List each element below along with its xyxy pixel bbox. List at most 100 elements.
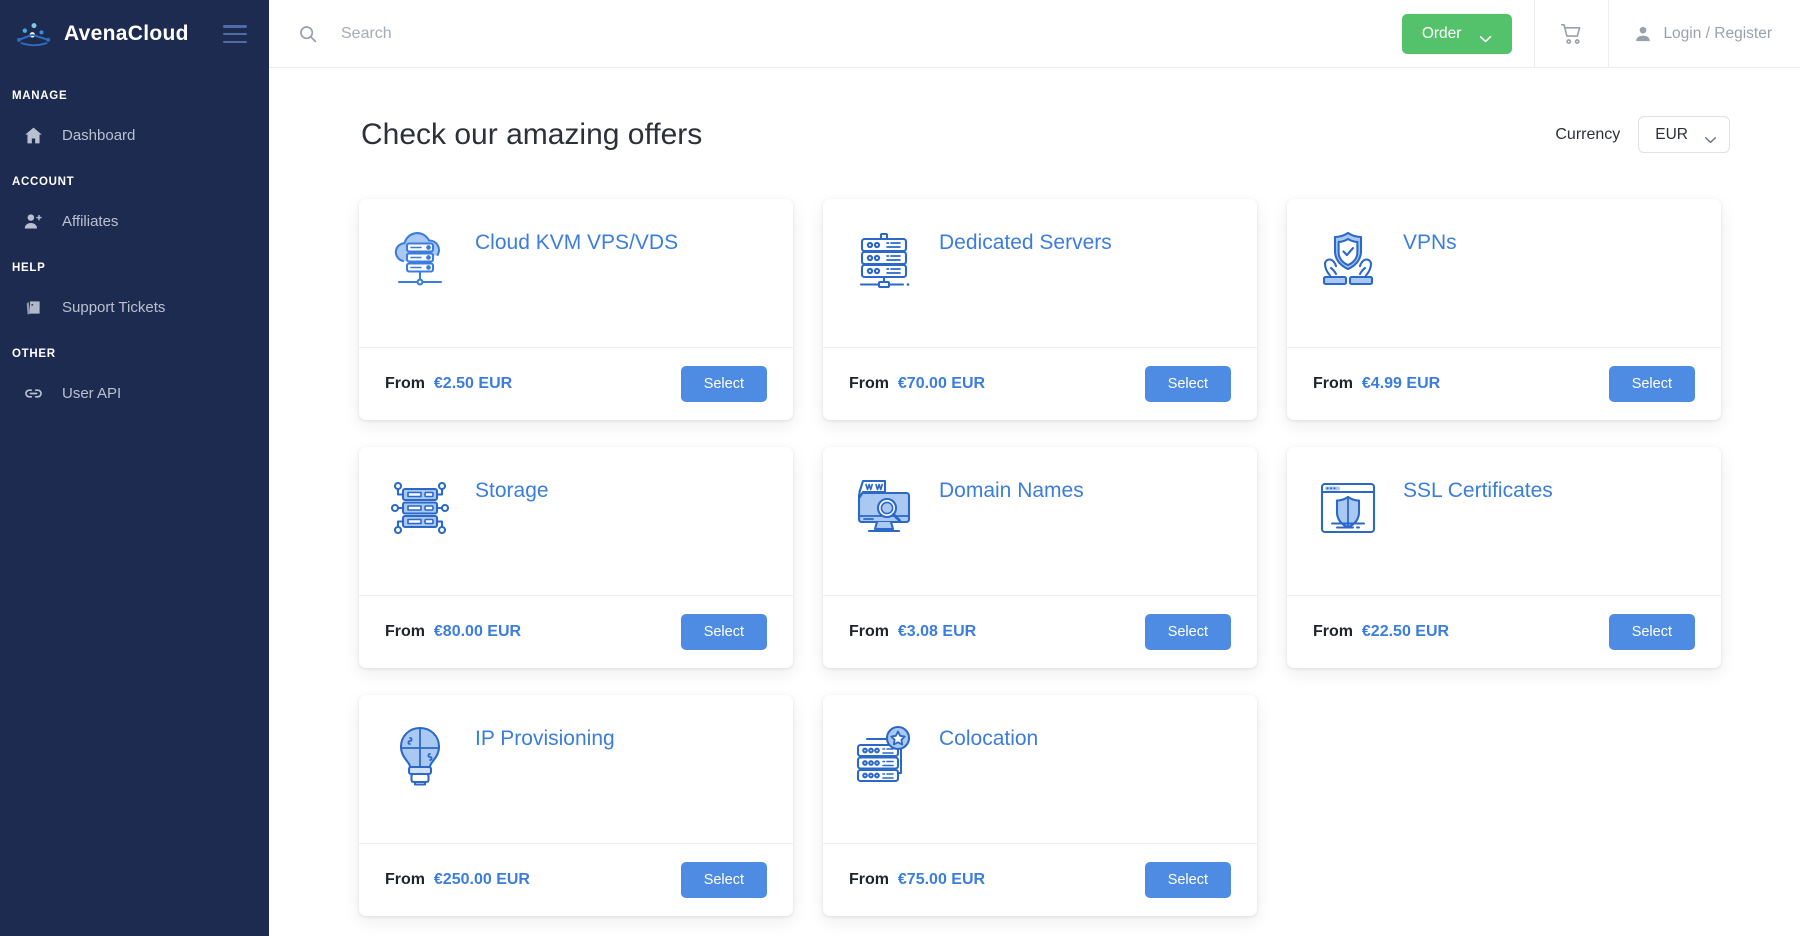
select-button[interactable]: Select [1144,862,1231,898]
user-add-icon [22,210,44,232]
product-card-title[interactable]: Colocation [939,721,1038,750]
app-root: AvenaCloud MANAGE Dashboard ACCOUNT Affi… [0,0,1800,936]
sidebar: AvenaCloud MANAGE Dashboard ACCOUNT Affi… [0,0,269,936]
price-amount: €70.00 EUR [897,375,986,392]
product-card-body: Dedicated Servers [823,199,1257,347]
product-card-title[interactable]: VPNs [1403,225,1457,254]
product-card-body: Domain Names [823,447,1257,595]
sidebar-item-support-tickets[interactable]: Support Tickets [0,288,269,326]
product-card-footer: From €2.50 EUR Select [359,347,793,420]
sidebar-item-user-api[interactable]: User API [0,374,269,412]
product-card: Dedicated Servers From €70.00 EUR Select [823,199,1257,420]
price-prefix: From [385,871,430,888]
price-prefix: From [849,623,894,640]
page-title: Check our amazing offers [361,117,703,151]
select-button[interactable]: Select [680,366,767,402]
product-card-footer: From €70.00 EUR Select [823,347,1257,420]
select-button[interactable]: Select [1608,614,1695,650]
product-card: Storage From €80.00 EUR Select [359,447,793,668]
select-button[interactable]: Select [680,614,767,650]
select-button[interactable]: Select [1144,614,1231,650]
select-button[interactable]: Select [680,862,767,898]
product-card-footer: From €80.00 EUR Select [359,595,793,668]
product-price: From €22.50 EUR [1313,623,1449,641]
cart-button[interactable] [1534,0,1610,67]
currency-label: Currency [1555,125,1621,143]
login-register-label: Login / Register [1663,24,1772,42]
price-amount: €22.50 EUR [1361,623,1450,640]
price-amount: €250.00 EUR [433,871,530,888]
product-card-title[interactable]: SSL Certificates [1403,473,1553,502]
product-card-footer: From €250.00 EUR Select [359,843,793,916]
product-price: From €3.08 EUR [849,623,976,641]
product-card-title[interactable]: Storage [475,473,549,502]
search-icon[interactable] [297,23,319,45]
chevron-down-icon [1479,30,1492,42]
sidebar-item-dashboard[interactable]: Dashboard [0,116,269,154]
product-card: Domain Names From €3.08 EUR Select [823,447,1257,668]
sidebar-item-label: User API [62,384,122,402]
search-area [269,0,1402,67]
sidebar-caption-manage: MANAGE [12,90,68,102]
product-price: From €70.00 EUR [849,375,985,393]
login-register-button[interactable]: Login / Register [1609,0,1800,67]
product-card: Cloud KVM VPS/VDS From €2.50 EUR Select [359,199,793,420]
select-button[interactable]: Select [1144,366,1231,402]
sidebar-section-manage: MANAGE Dashboard [0,90,269,154]
search-input[interactable] [341,13,1115,54]
product-card-title[interactable]: Dedicated Servers [939,225,1112,254]
currency-select[interactable]: EUR [1638,116,1730,153]
lightbulb-puzzle-icon [385,721,455,791]
shield-hands-icon [1313,225,1383,295]
price-amount: €2.50 EUR [433,375,513,392]
hamburger-icon[interactable] [223,25,247,43]
currency-select-value: EUR [1655,125,1688,143]
browser-shield-icon [1313,473,1383,543]
product-cards-grid: Cloud KVM VPS/VDS From €2.50 EUR Select [349,153,1760,916]
sidebar-item-label: Dashboard [62,126,136,144]
price-amount: €4.99 EUR [1361,375,1441,392]
product-price: From €2.50 EUR [385,375,512,393]
product-card: IP Provisioning From €250.00 EUR Select [359,695,793,916]
product-card-body: Cloud KVM VPS/VDS [359,199,793,347]
tickets-icon [22,296,44,318]
avenacloud-logo-icon [14,19,54,49]
product-card-footer: From €3.08 EUR Select [823,595,1257,668]
product-card-title[interactable]: IP Provisioning [475,721,615,750]
product-card-body: VPNs [1287,199,1721,347]
product-price: From €4.99 EUR [1313,375,1440,393]
product-price: From €75.00 EUR [849,871,985,889]
price-prefix: From [385,623,430,640]
top-bar: Order [269,0,1800,68]
brand-name: AvenaCloud [64,22,189,45]
home-icon [22,124,44,146]
sidebar-section-help: HELP Support Tickets [0,262,269,326]
product-price: From €250.00 EUR [385,871,530,889]
sidebar-caption-account: ACCOUNT [12,176,75,188]
product-card-body: IP Provisioning [359,695,793,843]
product-card-title[interactable]: Cloud KVM VPS/VDS [475,225,678,254]
product-card-body: SSL Certificates [1287,447,1721,595]
main-area: Order [269,0,1800,936]
sidebar-caption-other: OTHER [12,348,56,360]
order-area: Order [1401,0,1535,67]
select-button[interactable]: Select [1608,366,1695,402]
domain-search-icon [849,473,919,543]
sidebar-brand: AvenaCloud [0,0,269,68]
price-prefix: From [849,871,894,888]
price-amount: €3.08 EUR [897,623,977,640]
storage-nodes-icon [385,473,455,543]
link-icon [22,382,44,404]
product-card-title[interactable]: Domain Names [939,473,1084,502]
price-prefix: From [385,375,430,392]
content-area: Check our amazing offers Currency EUR Cl… [269,68,1800,936]
product-card-footer: From €4.99 EUR Select [1287,347,1721,420]
server-star-icon [849,721,919,791]
product-price: From €80.00 EUR [385,623,521,641]
sidebar-item-label: Support Tickets [62,298,166,316]
sidebar-item-affiliates[interactable]: Affiliates [0,202,269,240]
order-button[interactable]: Order [1401,13,1513,54]
product-card: Colocation From €75.00 EUR Select [823,695,1257,916]
page-header: Check our amazing offers Currency EUR [349,68,1760,153]
product-card-body: Storage [359,447,793,595]
